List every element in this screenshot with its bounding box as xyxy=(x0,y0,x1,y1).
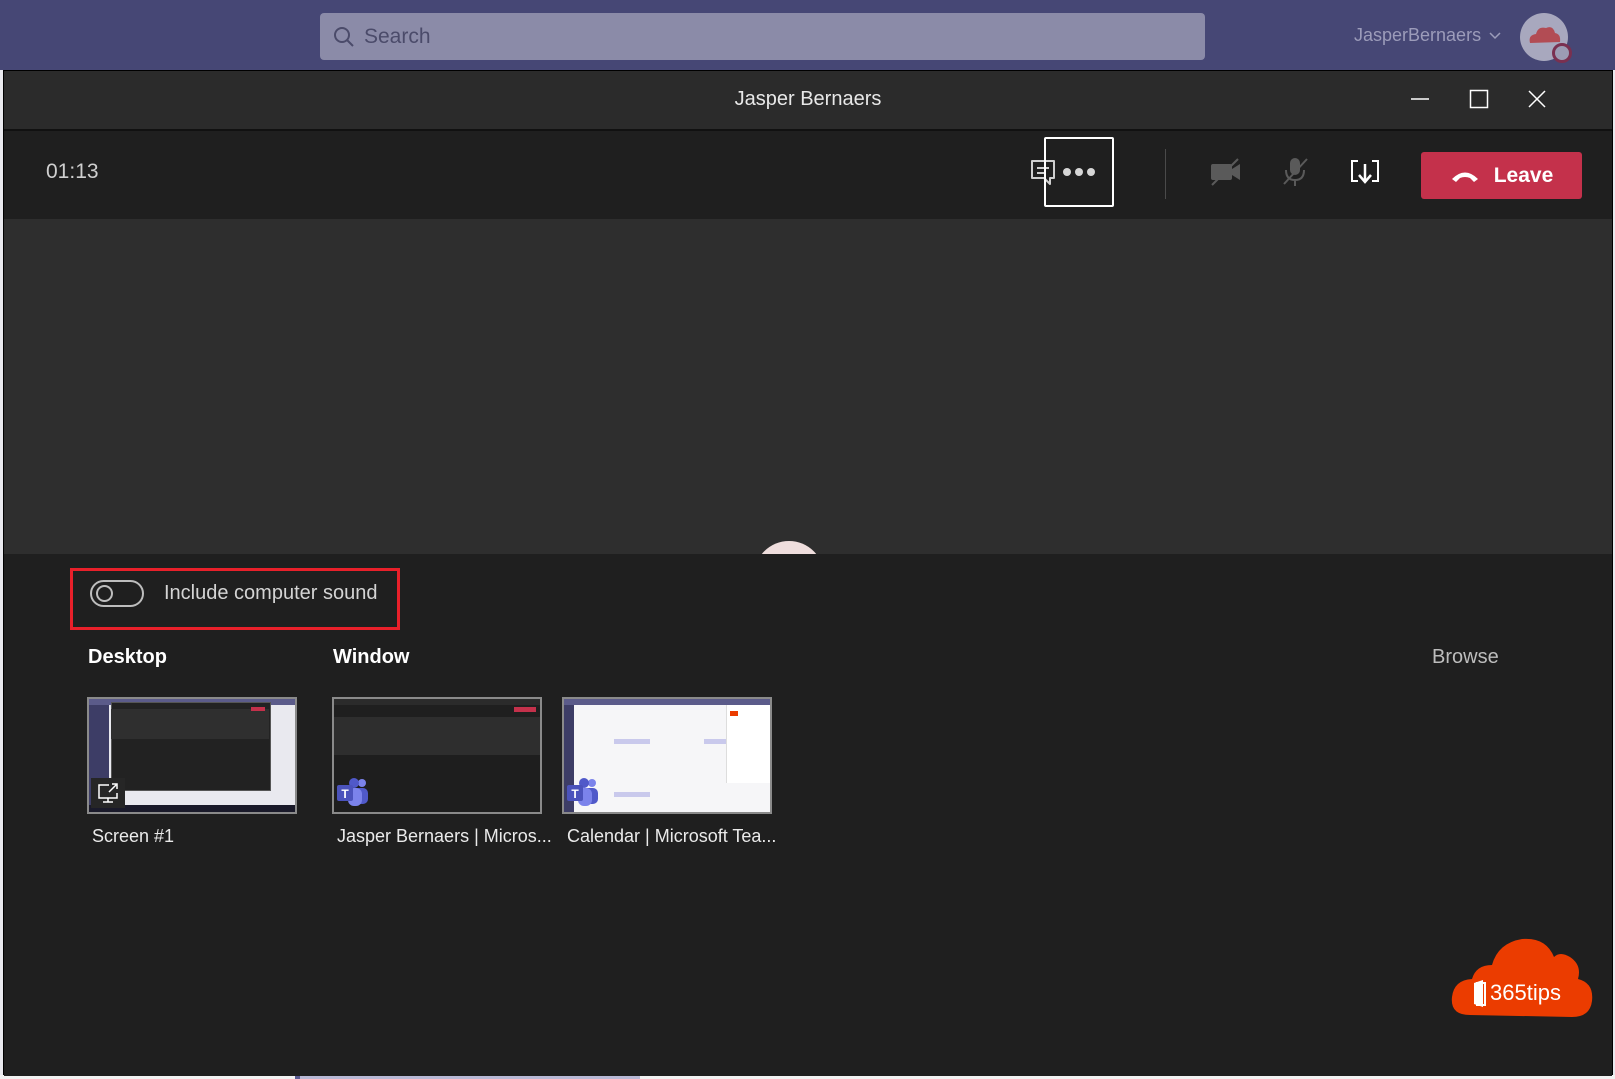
include-sound-row: Include computer sound xyxy=(90,580,377,607)
user-menu[interactable]: JasperBernaers xyxy=(1354,25,1501,46)
share-source-label: Screen #1 xyxy=(92,826,175,846)
screen-share-icon xyxy=(98,783,118,803)
maximize-button[interactable] xyxy=(1461,83,1497,115)
chevron-down-icon xyxy=(1489,31,1501,39)
maximize-icon xyxy=(1469,89,1489,109)
search-placeholder: Search xyxy=(364,24,431,48)
participant-avatar xyxy=(754,541,824,554)
leave-label: Leave xyxy=(1493,163,1554,187)
call-toolbar: 01:13 Leave xyxy=(4,131,1612,219)
share-source-label: Calendar | Microsoft Tea... xyxy=(567,826,777,846)
window-title: Jasper Bernaers xyxy=(734,88,882,110)
video-stage xyxy=(4,219,1612,554)
share-source-window-call[interactable]: T xyxy=(332,697,542,814)
camera-off-icon xyxy=(1211,158,1240,186)
svg-text:T: T xyxy=(341,787,349,801)
search-icon xyxy=(334,26,354,47)
browse-button[interactable]: Browse xyxy=(1432,646,1499,669)
watermark-logo: 365tips xyxy=(1450,935,1595,1030)
include-computer-sound-toggle[interactable] xyxy=(90,580,144,607)
camera-button[interactable] xyxy=(1191,137,1261,207)
close-button[interactable] xyxy=(1519,83,1555,115)
toggle-knob xyxy=(96,585,113,602)
leave-button[interactable]: Leave xyxy=(1421,152,1582,199)
teams-logo-icon: T xyxy=(567,778,598,806)
mic-off-icon xyxy=(1283,158,1308,186)
teams-logo-icon: T xyxy=(337,778,368,806)
watermark-text: 365tips xyxy=(1490,980,1561,1005)
svg-text:T: T xyxy=(571,787,579,801)
share-tray-button[interactable] xyxy=(1330,137,1400,207)
ellipsis-icon xyxy=(1063,168,1095,176)
more-actions-button[interactable] xyxy=(1044,137,1114,207)
hang-up-icon xyxy=(1451,172,1478,182)
share-source-screen-1[interactable] xyxy=(87,697,297,814)
minimize-icon xyxy=(1411,98,1429,100)
teams-top-bar: Search JasperBernaers xyxy=(0,0,1615,70)
share-tray: Include computer sound Desktop Window Br… xyxy=(4,554,1612,1076)
call-timer: 01:13 xyxy=(46,160,99,183)
include-computer-sound-label: Include computer sound xyxy=(164,582,378,604)
call-window: Jasper Bernaers 01:13 Leave Include comp… xyxy=(3,70,1613,1076)
window-heading: Window xyxy=(333,646,410,668)
desktop-heading: Desktop xyxy=(88,646,167,668)
presence-status-icon xyxy=(1552,43,1572,63)
desktop-share-badge xyxy=(91,778,125,808)
share-source-window-calendar[interactable]: T xyxy=(562,697,772,814)
microphone-button[interactable] xyxy=(1260,137,1330,207)
window-titlebar: Jasper Bernaers xyxy=(4,71,1612,131)
toolbar-divider xyxy=(1165,149,1166,199)
close-icon xyxy=(1528,90,1546,108)
share-source-label: Jasper Bernaers | Micros... xyxy=(337,826,552,846)
minimize-button[interactable] xyxy=(1402,83,1438,115)
search-box[interactable]: Search xyxy=(320,13,1205,60)
cloud-icon: 365tips xyxy=(1451,938,1593,1017)
user-name: JasperBernaers xyxy=(1354,25,1482,45)
share-tray-icon xyxy=(1351,160,1379,184)
